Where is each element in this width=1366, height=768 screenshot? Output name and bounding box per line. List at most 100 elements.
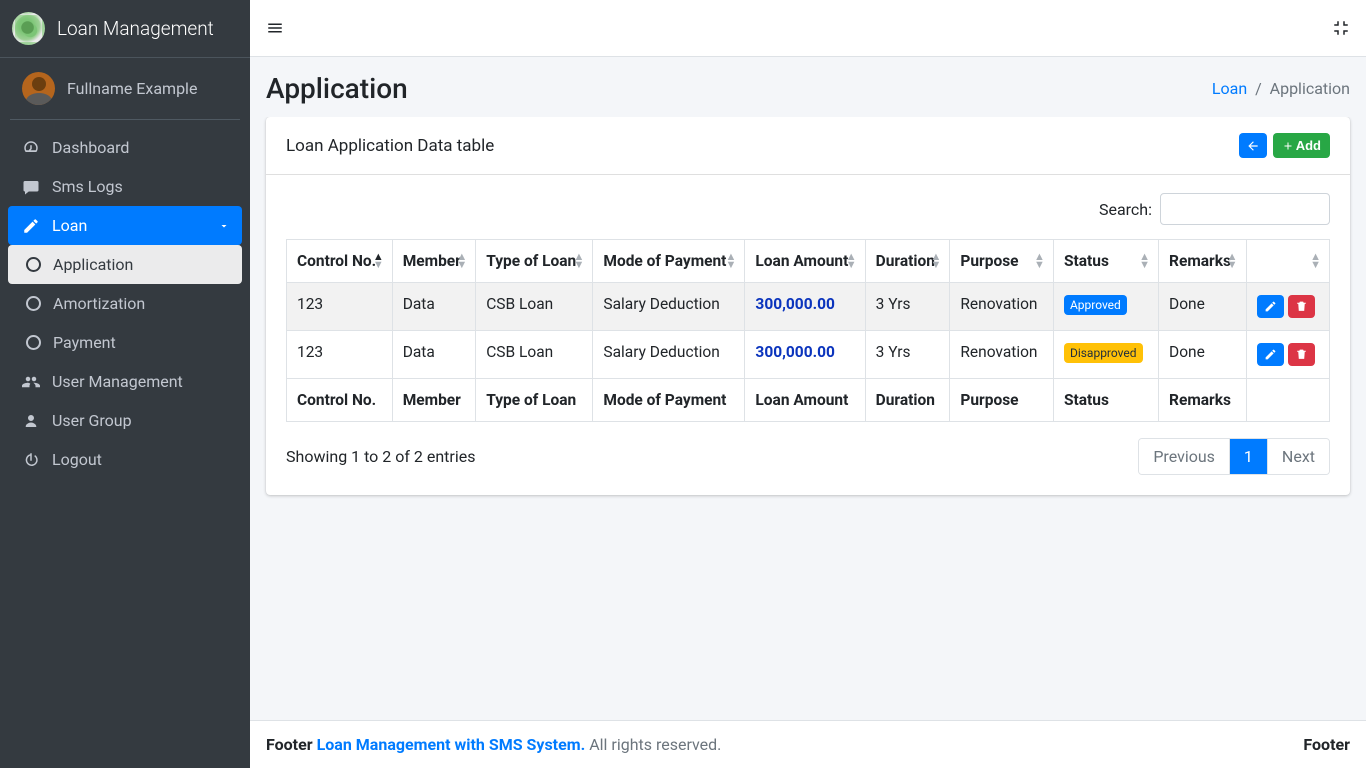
column-footer: Type of Loan — [476, 379, 593, 422]
sidebar-item-label: Application — [53, 255, 133, 274]
cell-purpose: Renovation — [950, 331, 1054, 379]
sort-icon: ▲▼ — [456, 253, 467, 269]
sidebar-nav: Dashboard Sms Logs Loan App — [0, 120, 250, 487]
pagination-next[interactable]: Next — [1267, 439, 1329, 474]
sidebar-item-dashboard[interactable]: Dashboard — [8, 128, 242, 167]
edit-button[interactable] — [1257, 343, 1284, 366]
breadcrumb-loan-link[interactable]: Loan — [1212, 79, 1247, 98]
pagination: Previous 1 Next — [1138, 438, 1330, 475]
cell-mode: Salary Deduction — [593, 331, 745, 379]
sidebar-item-sms-logs[interactable]: Sms Logs — [8, 167, 242, 206]
cell-remarks: Done — [1159, 283, 1247, 331]
sort-icon: ▲▼ — [726, 253, 737, 269]
sidebar-item-amortization[interactable]: Amortization — [8, 284, 242, 323]
power-icon — [20, 451, 42, 469]
cell-purpose: Renovation — [950, 283, 1054, 331]
sidebar-item-label: User Management — [52, 372, 183, 391]
sort-icon: ▲▼ — [1139, 253, 1150, 269]
sidebar-item-logout[interactable]: Logout — [8, 440, 242, 479]
brand[interactable]: Loan Management — [0, 0, 250, 58]
column-header[interactable]: Duration▲▼ — [865, 240, 950, 283]
user-panel[interactable]: Fullname Example — [10, 58, 240, 120]
cell-duration: 3 Yrs — [865, 331, 950, 379]
sidebar-item-label: Loan — [52, 216, 87, 235]
avatar — [22, 72, 55, 105]
column-footer: Remarks — [1159, 379, 1247, 422]
footer-right-text: Footer — [1303, 735, 1350, 754]
search-input[interactable] — [1160, 193, 1330, 225]
column-footer — [1246, 379, 1329, 422]
column-header[interactable]: Loan Amount▲▼ — [745, 240, 865, 283]
cell-amount: 300,000.00 — [745, 331, 865, 379]
breadcrumb: Loan / Application — [1212, 79, 1350, 98]
users-group-icon — [20, 412, 42, 430]
footer: Footer Loan Management with SMS System. … — [250, 720, 1366, 768]
cell-control_no: 123 — [287, 283, 393, 331]
search-row: Search: — [286, 193, 1330, 225]
menu-toggle-button[interactable] — [266, 19, 284, 37]
sidebar: Loan Management Fullname Example Dashboa… — [0, 0, 250, 768]
footer-right: Footer — [1303, 735, 1350, 754]
sidebar-item-loan[interactable]: Loan — [8, 206, 242, 245]
table-body: 123DataCSB LoanSalary Deduction300,000.0… — [287, 283, 1330, 379]
table-head: Control No.▲▼Member▲▼Type of Loan▲▼Mode … — [287, 240, 1330, 283]
user-fullname: Fullname Example — [67, 79, 197, 98]
circle-icon — [26, 257, 41, 272]
column-footer: Control No. — [287, 379, 393, 422]
table-foot: Control No.MemberType of LoanMode of Pay… — [287, 379, 1330, 422]
content: Loan Application Data table Add Search: — [250, 117, 1366, 720]
column-header[interactable]: ▲▼ — [1246, 240, 1329, 283]
chevron-down-icon — [218, 220, 230, 232]
add-button[interactable]: Add — [1273, 133, 1330, 158]
table-row: 123DataCSB LoanSalary Deduction300,000.0… — [287, 331, 1330, 379]
sidebar-item-application[interactable]: Application — [8, 245, 242, 284]
back-button[interactable] — [1239, 133, 1267, 158]
cell-duration: 3 Yrs — [865, 283, 950, 331]
column-header[interactable]: Mode of Payment▲▼ — [593, 240, 745, 283]
delete-button[interactable] — [1288, 295, 1315, 318]
pagination-previous[interactable]: Previous — [1139, 439, 1229, 474]
content-header: Application Loan / Application — [250, 57, 1366, 117]
column-header[interactable]: Remarks▲▼ — [1159, 240, 1247, 283]
card-body: Search: Control No.▲▼Member▲▼Type of Loa… — [266, 175, 1350, 495]
sidebar-item-label: Amortization — [53, 294, 145, 313]
column-footer: Member — [392, 379, 476, 422]
column-header[interactable]: Control No.▲▼ — [287, 240, 393, 283]
cell-actions — [1246, 283, 1329, 331]
sort-icon: ▲▼ — [930, 253, 941, 269]
sidebar-item-label: Payment — [53, 333, 116, 352]
footer-link[interactable]: Loan Management with SMS System. — [317, 735, 586, 754]
edit-button[interactable] — [1257, 295, 1284, 318]
loan-submenu: Application Amortization Payment — [8, 245, 242, 362]
sidebar-item-user-management[interactable]: User Management — [8, 362, 242, 401]
compress-icon — [1332, 19, 1350, 37]
delete-button[interactable] — [1288, 343, 1315, 366]
sidebar-item-user-group[interactable]: User Group — [8, 401, 242, 440]
add-button-label: Add — [1296, 138, 1321, 153]
status-badge: Approved — [1064, 295, 1127, 315]
column-footer: Loan Amount — [745, 379, 865, 422]
cell-member: Data — [392, 283, 476, 331]
column-header[interactable]: Type of Loan▲▼ — [476, 240, 593, 283]
sort-icon: ▲▼ — [373, 253, 384, 269]
column-header[interactable]: Status▲▼ — [1053, 240, 1158, 283]
column-footer: Purpose — [950, 379, 1054, 422]
card: Loan Application Data table Add Search: — [266, 117, 1350, 495]
main: Application Loan / Application Loan Appl… — [250, 0, 1366, 768]
footer-prefix: Footer — [266, 735, 317, 754]
sidebar-item-label: User Group — [52, 411, 132, 430]
pagination-page-1[interactable]: 1 — [1229, 439, 1267, 474]
fullscreen-collapse-button[interactable] — [1332, 19, 1350, 37]
edit-icon — [1264, 348, 1277, 361]
column-header[interactable]: Purpose▲▼ — [950, 240, 1054, 283]
edit-icon — [20, 217, 42, 235]
breadcrumb-separator: / — [1251, 79, 1270, 98]
column-footer: Status — [1053, 379, 1158, 422]
column-header[interactable]: Member▲▼ — [392, 240, 476, 283]
sidebar-item-payment[interactable]: Payment — [8, 323, 242, 362]
plus-icon — [1282, 140, 1294, 152]
cell-actions — [1246, 331, 1329, 379]
card-title: Loan Application Data table — [286, 136, 494, 156]
loan-amount-link[interactable]: 300,000.00 — [755, 295, 834, 313]
loan-amount-link[interactable]: 300,000.00 — [755, 343, 834, 361]
